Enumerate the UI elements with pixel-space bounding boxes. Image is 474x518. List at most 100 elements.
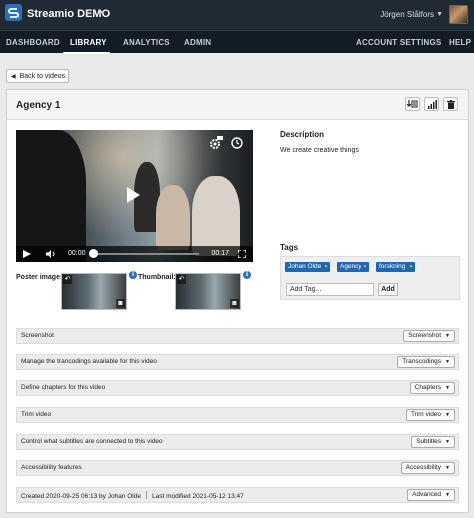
- accessibility-button[interactable]: Accessibility ▼: [400, 462, 455, 474]
- back-to-videos-label: Back to videos: [19, 72, 66, 80]
- chevron-down-icon: ▼: [445, 465, 450, 471]
- volume-icon[interactable]: [46, 250, 57, 258]
- stats-icon: [427, 99, 437, 109]
- nav-dashboard[interactable]: DASHBOARD: [6, 38, 60, 47]
- chevron-down-icon: ▼: [445, 492, 450, 498]
- row-subtitles: Control what subtitles are connected to …: [16, 434, 459, 450]
- delete-video-button[interactable]: [443, 97, 458, 111]
- row-label: Control what subtitles are connected to …: [21, 438, 163, 445]
- button-label: Accessibility: [405, 464, 442, 471]
- thumbnail-label: Thumbnail:: [138, 274, 176, 281]
- video-person-right: [192, 176, 240, 256]
- add-tag-button[interactable]: Add: [378, 283, 398, 296]
- transcodings-button[interactable]: Transcodings ▼: [397, 356, 455, 368]
- camera-icon[interactable]: ◙: [230, 299, 239, 308]
- screenshot-button[interactable]: Screenshot ▼: [403, 330, 455, 342]
- row-label: Define chapters for this video: [21, 384, 106, 391]
- row-label: Trim video: [21, 411, 52, 418]
- download-button[interactable]: [405, 97, 420, 111]
- back-to-videos-button[interactable]: ◀ Back to videos: [6, 69, 69, 83]
- divider: [145, 491, 147, 499]
- tag-item[interactable]: forskning: [376, 262, 409, 272]
- video-person-left: [16, 130, 86, 262]
- thumbnail-image[interactable]: ↶ ◙: [175, 273, 241, 310]
- button-label: Screenshot: [408, 332, 442, 339]
- subtitles-button[interactable]: Subtitles ▼: [411, 436, 455, 448]
- revert-icon[interactable]: ↶: [177, 275, 186, 284]
- row-screenshot: Screenshot Screenshot ▼: [16, 328, 459, 344]
- seek-bar[interactable]: [93, 253, 199, 255]
- row-trim-video: Trim video Trim video ▼: [16, 407, 459, 423]
- panel-header: Agency 1: [7, 90, 468, 120]
- nav-analytics[interactable]: ANALYTICS: [123, 38, 170, 47]
- user-name[interactable]: Jörgen Stålfors: [380, 10, 434, 19]
- trash-icon[interactable]: ▪: [407, 262, 415, 272]
- info-icon[interactable]: i: [129, 271, 137, 279]
- nav-admin[interactable]: ADMIN: [184, 38, 211, 47]
- poster-image[interactable]: ↶ ◙: [61, 273, 127, 310]
- current-time: 00:00: [68, 250, 86, 257]
- chevron-down-icon: ▼: [445, 359, 450, 365]
- trash-icon: [446, 99, 455, 109]
- download-icon: [407, 99, 418, 107]
- nav-help[interactable]: HELP: [449, 38, 471, 47]
- nav-account-settings[interactable]: ACCOUNT SETTINGS: [356, 38, 441, 47]
- camera-icon[interactable]: ◙: [116, 299, 125, 308]
- chevron-down-icon: ▼: [445, 333, 450, 339]
- button-label: Transcodings: [402, 358, 442, 365]
- button-label: Subtitles: [416, 438, 442, 445]
- page-title: Agency 1: [16, 100, 61, 111]
- advanced-button[interactable]: Advanced ▼: [407, 489, 455, 501]
- top-bar: Streamio DEMO ▼ Jörgen Stålfors ▼: [0, 0, 474, 30]
- play-icon[interactable]: [118, 182, 146, 208]
- trash-icon[interactable]: ▪: [322, 262, 330, 272]
- revert-icon[interactable]: ↶: [63, 275, 72, 284]
- row-meta: Created 2020-09-25 06:13 by Johan Olde La…: [16, 487, 459, 503]
- video-panel: Agency 1 00:00 00:17 Poster image: ↶ ◙ i…: [6, 89, 469, 513]
- trim-video-button[interactable]: Trim video ▼: [405, 409, 455, 421]
- gear-icon[interactable]: [208, 136, 223, 150]
- fullscreen-icon[interactable]: [238, 250, 246, 258]
- description-text[interactable]: We create creative things: [280, 147, 359, 154]
- chevron-down-icon: ▼: [445, 412, 450, 418]
- duration: 00:17: [211, 250, 229, 257]
- row-label: Accessibility features: [21, 464, 82, 471]
- row-label: Manage the trancodings available for thi…: [21, 358, 157, 365]
- streamio-logo-icon[interactable]: [5, 4, 22, 21]
- clock-icon[interactable]: [231, 137, 243, 149]
- play-icon[interactable]: [23, 250, 31, 258]
- button-label: Advanced: [412, 491, 442, 498]
- video-player[interactable]: 00:00 00:17: [16, 130, 253, 262]
- row-transcodings: Manage the trancodings available for thi…: [16, 354, 459, 370]
- app-menu-caret-icon[interactable]: ▼: [99, 10, 106, 17]
- avatar[interactable]: [449, 5, 468, 24]
- user-menu-caret-icon[interactable]: ▼: [436, 11, 443, 18]
- tags-title: Tags: [280, 243, 299, 252]
- info-icon[interactable]: i: [243, 271, 251, 279]
- row-label: Screenshot: [21, 332, 54, 339]
- button-label: Chapters: [414, 384, 442, 391]
- video-controls: 00:00 00:17: [16, 246, 253, 262]
- row-accessibility: Accessibility features Accessibility ▼: [16, 460, 459, 476]
- button-label: Trim video: [410, 411, 442, 418]
- tag-item[interactable]: Johan Olde: [285, 262, 325, 272]
- poster-image-label: Poster image:: [16, 274, 63, 281]
- main-nav: DASHBOARD LIBRARY ANALYTICS ADMIN ACCOUN…: [0, 30, 474, 54]
- add-tag-input[interactable]: Add Tag...: [286, 283, 374, 296]
- active-nav-indicator: [63, 52, 110, 54]
- arrow-left-icon: ◀: [11, 73, 16, 80]
- description-title: Description: [280, 130, 325, 139]
- video-person-mid: [156, 185, 190, 250]
- seek-handle[interactable]: [89, 249, 98, 258]
- created-info: Created 2020-09-25 06:13 by Johan Olde: [21, 493, 141, 500]
- tags-box: Johan Olde ▪ Agency ▪ forskning ▪ Add Ta…: [280, 256, 460, 300]
- chapters-button[interactable]: Chapters ▼: [409, 382, 455, 394]
- row-chapters: Define chapters for this video Chapters ▼: [16, 380, 459, 396]
- nav-library[interactable]: LIBRARY: [70, 38, 107, 47]
- app-title[interactable]: Streamio DEMO: [27, 8, 110, 20]
- statistics-button[interactable]: [424, 97, 439, 111]
- chevron-down-icon: ▼: [445, 385, 450, 391]
- trash-icon[interactable]: ▪: [361, 262, 369, 272]
- modified-info: Last modified 2021-05-12 13:47: [151, 493, 244, 500]
- chevron-down-icon: ▼: [445, 439, 450, 445]
